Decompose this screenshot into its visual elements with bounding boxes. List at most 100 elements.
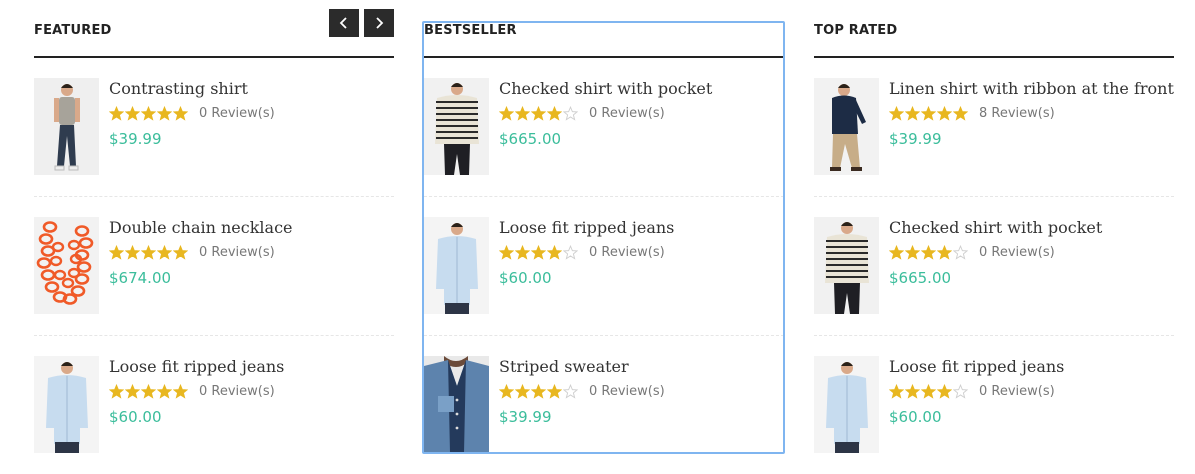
product-list: Checked shirt with pocket 0 Review(s) $6… <box>424 58 784 474</box>
star-filled-icon <box>531 105 546 121</box>
star-filled-icon <box>125 244 140 260</box>
review-count-link[interactable]: 8 Review(s) <box>979 106 1055 121</box>
star-filled-icon <box>547 244 562 260</box>
star-filled-icon <box>173 244 188 260</box>
star-rating <box>889 105 969 121</box>
product-thumbnail[interactable] <box>34 78 99 175</box>
star-rating <box>109 244 189 260</box>
product-thumbnail[interactable] <box>34 217 99 314</box>
product-item: Double chain necklace 0 Review(s) $674.0… <box>34 197 394 336</box>
review-count-link[interactable]: 0 Review(s) <box>979 384 1055 399</box>
product-price: $60.00 <box>889 408 942 426</box>
column-header: FEATURED <box>34 0 394 58</box>
product-name-link[interactable]: Loose fit ripped jeans <box>889 357 1174 377</box>
star-filled-icon <box>157 105 172 121</box>
carousel-next-button[interactable] <box>364 9 394 37</box>
product-rating: 8 Review(s) <box>889 105 1174 121</box>
product-info: Striped sweater 0 Review(s) $39.99 <box>499 357 784 426</box>
review-count-link[interactable]: 0 Review(s) <box>199 106 275 121</box>
product-item: Contrasting shirt 0 Review(s) $39.99 <box>34 58 394 197</box>
star-filled-icon <box>125 383 140 399</box>
star-filled-icon <box>531 383 546 399</box>
product-name-link[interactable]: Striped sweater <box>499 357 784 377</box>
star-filled-icon <box>173 105 188 121</box>
product-info: Loose fit ripped jeans 0 Review(s) $60.0… <box>889 357 1174 426</box>
review-count-link[interactable]: 0 Review(s) <box>199 384 275 399</box>
product-price: $60.00 <box>499 269 552 287</box>
star-filled-icon <box>921 244 936 260</box>
product-item: Linen shirt with ribbon at the front 8 R… <box>814 58 1174 197</box>
star-empty-icon <box>563 105 578 121</box>
star-empty-icon <box>953 244 968 260</box>
product-thumbnail[interactable] <box>424 356 489 453</box>
star-filled-icon <box>141 244 156 260</box>
product-price: $39.99 <box>499 408 552 426</box>
product-thumbnail[interactable] <box>424 217 489 314</box>
star-filled-icon <box>531 244 546 260</box>
star-filled-icon <box>547 105 562 121</box>
review-count-link[interactable]: 0 Review(s) <box>589 384 665 399</box>
top-rated-column: TOP RATED Linen shirt with ribbon at the… <box>814 0 1174 460</box>
review-count-link[interactable]: 0 Review(s) <box>979 245 1055 260</box>
product-info: Loose fit ripped jeans 0 Review(s) $60.0… <box>499 218 784 287</box>
star-filled-icon <box>921 383 936 399</box>
star-filled-icon <box>905 383 920 399</box>
product-thumbnail[interactable] <box>814 356 879 453</box>
star-filled-icon <box>515 383 530 399</box>
star-filled-icon <box>157 383 172 399</box>
review-count-link[interactable]: 0 Review(s) <box>589 106 665 121</box>
product-info: Linen shirt with ribbon at the front 8 R… <box>889 79 1174 148</box>
star-rating <box>499 105 579 121</box>
star-filled-icon <box>109 244 124 260</box>
star-filled-icon <box>499 244 514 260</box>
product-price: $39.99 <box>109 130 162 148</box>
star-empty-icon <box>953 383 968 399</box>
product-name-link[interactable]: Contrasting shirt <box>109 79 394 99</box>
star-filled-icon <box>937 383 952 399</box>
star-filled-icon <box>515 105 530 121</box>
product-info: Loose fit ripped jeans 0 Review(s) $60.0… <box>109 357 394 426</box>
star-filled-icon <box>889 383 904 399</box>
product-rating: 0 Review(s) <box>109 244 394 260</box>
review-count-link[interactable]: 0 Review(s) <box>199 245 275 260</box>
star-filled-icon <box>547 383 562 399</box>
product-name-link[interactable]: Linen shirt with ribbon at the front <box>889 79 1174 99</box>
product-thumbnail[interactable] <box>814 217 879 314</box>
product-price: $60.00 <box>109 408 162 426</box>
product-thumbnail[interactable] <box>34 356 99 453</box>
review-count-link[interactable]: 0 Review(s) <box>589 245 665 260</box>
product-rating: 0 Review(s) <box>889 383 1174 399</box>
column-title: FEATURED <box>34 23 112 38</box>
star-filled-icon <box>905 105 920 121</box>
product-thumbnail[interactable] <box>814 78 879 175</box>
product-list: Contrasting shirt 0 Review(s) $39.99 Dou… <box>34 58 394 474</box>
star-filled-icon <box>499 383 514 399</box>
star-filled-icon <box>109 105 124 121</box>
product-thumbnail[interactable] <box>424 78 489 175</box>
product-name-link[interactable]: Checked shirt with pocket <box>499 79 784 99</box>
carousel-prev-button[interactable] <box>329 9 359 37</box>
product-name-link[interactable]: Loose fit ripped jeans <box>499 218 784 238</box>
product-rating: 0 Review(s) <box>499 383 784 399</box>
product-item: Checked shirt with pocket 0 Review(s) $6… <box>424 58 784 197</box>
product-image <box>424 217 489 314</box>
star-filled-icon <box>515 244 530 260</box>
star-filled-icon <box>953 105 968 121</box>
star-filled-icon <box>125 105 140 121</box>
star-rating <box>109 105 189 121</box>
product-name-link[interactable]: Loose fit ripped jeans <box>109 357 394 377</box>
star-filled-icon <box>889 105 904 121</box>
product-item: Loose fit ripped jeans 0 Review(s) $60.0… <box>34 336 394 474</box>
product-item: Loose fit ripped jeans 0 Review(s) $60.0… <box>424 197 784 336</box>
product-name-link[interactable]: Double chain necklace <box>109 218 394 238</box>
star-filled-icon <box>921 105 936 121</box>
product-info: Checked shirt with pocket 0 Review(s) $6… <box>889 218 1174 287</box>
star-filled-icon <box>141 105 156 121</box>
product-rating: 0 Review(s) <box>499 244 784 260</box>
star-filled-icon <box>173 383 188 399</box>
star-filled-icon <box>157 244 172 260</box>
star-filled-icon <box>905 244 920 260</box>
featured-column: FEATURED Contrasting shirt 0 Review(s) $… <box>34 0 394 460</box>
product-name-link[interactable]: Checked shirt with pocket <box>889 218 1174 238</box>
product-price: $665.00 <box>499 130 562 148</box>
